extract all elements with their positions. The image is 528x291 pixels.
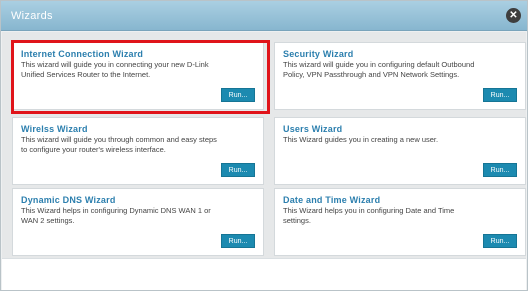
wizard-card-internet-connection: Internet Connection Wizard This wizard w… bbox=[12, 42, 264, 110]
wizards-window: Wizards ✕ Internet Connection Wizard Thi… bbox=[0, 0, 528, 291]
run-security-wizard-button[interactable]: Run... bbox=[483, 88, 517, 102]
wizard-card-description: This wizard will guide you in configurin… bbox=[283, 60, 475, 79]
run-dynamic-dns-wizard-button[interactable]: Run... bbox=[221, 234, 255, 248]
wizard-card-title: Dynamic DNS Wizard bbox=[21, 195, 116, 205]
wizard-card-description: This Wizard helps you in configuring Dat… bbox=[283, 206, 455, 225]
wizard-card-description: This wizard will guide you through commo… bbox=[21, 135, 217, 154]
wizard-list: Internet Connection Wizard This wizard w… bbox=[2, 32, 526, 258]
wizard-card-wireless: Wirelss Wizard This wizard will guide yo… bbox=[12, 117, 264, 185]
wizard-card-title: Security Wizard bbox=[283, 49, 354, 59]
close-icon[interactable]: ✕ bbox=[506, 8, 521, 23]
window-title: Wizards bbox=[11, 10, 53, 22]
wizard-card-title: Internet Connection Wizard bbox=[21, 49, 144, 59]
window-footer bbox=[2, 258, 526, 290]
wizard-card-description: This wizard will guide you in connecting… bbox=[21, 60, 209, 79]
wizard-card-title: Date and Time Wizard bbox=[283, 195, 381, 205]
run-internet-connection-wizard-button[interactable]: Run... bbox=[221, 88, 255, 102]
wizard-card-security: Security Wizard This wizard will guide y… bbox=[274, 42, 526, 110]
wizard-card-dynamic-dns: Dynamic DNS Wizard This Wizard helps in … bbox=[12, 188, 264, 256]
wizard-card-date-time: Date and Time Wizard This Wizard helps y… bbox=[274, 188, 526, 256]
run-wireless-wizard-button[interactable]: Run... bbox=[221, 163, 255, 177]
wizard-card-title: Users Wizard bbox=[283, 124, 343, 134]
window-titlebar: Wizards ✕ bbox=[1, 1, 527, 31]
wizard-card-title: Wirelss Wizard bbox=[21, 124, 88, 134]
wizard-card-description: This Wizard helps in configuring Dynamic… bbox=[21, 206, 211, 225]
wizard-card-users: Users Wizard This Wizard guides you in c… bbox=[274, 117, 526, 185]
wizard-card-description: This Wizard guides you in creating a new… bbox=[283, 135, 439, 144]
run-date-time-wizard-button[interactable]: Run... bbox=[483, 234, 517, 248]
run-users-wizard-button[interactable]: Run... bbox=[483, 163, 517, 177]
